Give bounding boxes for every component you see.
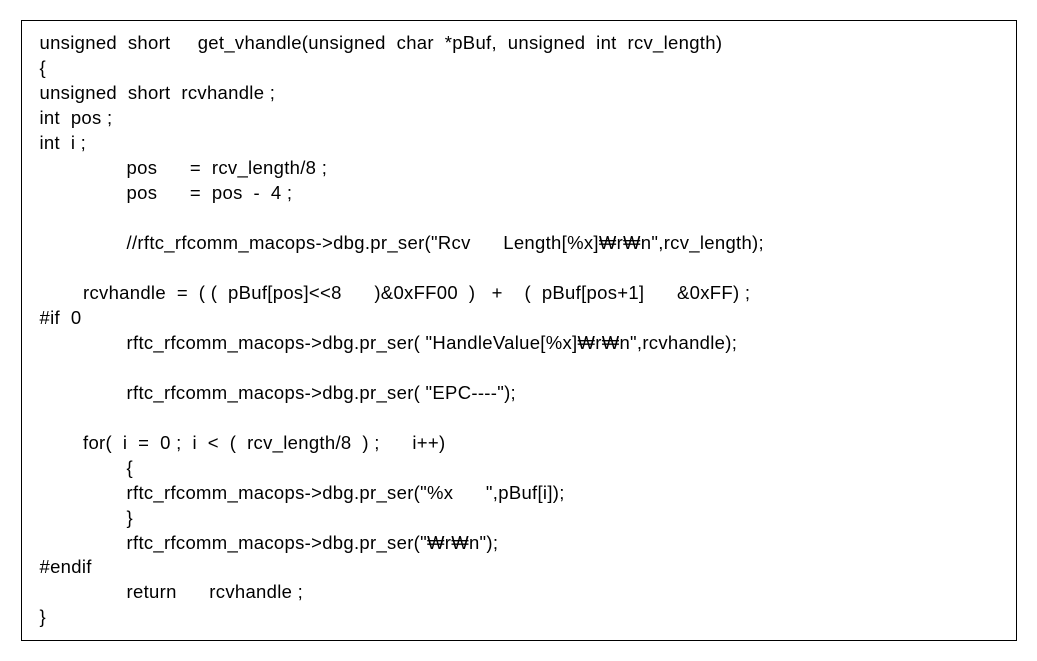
code-line: { xyxy=(40,56,998,81)
code-lines-wrapper: unsigned short get_vhandle(unsigned char… xyxy=(40,31,998,630)
code-line: rftc_rfcomm_macops->dbg.pr_ser( "EPC----… xyxy=(40,381,998,406)
code-line: for( i = 0 ; i < ( rcv_length/8 ) ; i++) xyxy=(40,431,998,456)
code-line: } xyxy=(40,605,998,630)
code-line: unsigned short get_vhandle(unsigned char… xyxy=(40,31,998,56)
code-line: { xyxy=(40,456,998,481)
code-line: rftc_rfcomm_macops->dbg.pr_ser( "HandleV… xyxy=(40,331,998,356)
code-line: pos = pos - 4 ; xyxy=(40,181,998,206)
code-line: unsigned short rcvhandle ; xyxy=(40,81,998,106)
code-blank-line xyxy=(40,206,998,231)
code-line: rftc_rfcomm_macops->dbg.pr_ser("₩r₩n"); xyxy=(40,531,998,556)
code-blank-line xyxy=(40,406,998,431)
code-block-container: unsigned short get_vhandle(unsigned char… xyxy=(21,20,1017,641)
code-line: #endif xyxy=(40,555,998,580)
code-line: rcvhandle = ( ( pBuf[pos]<<8 )&0xFF00 ) … xyxy=(40,281,998,306)
code-line: pos = rcv_length/8 ; xyxy=(40,156,998,181)
code-line: #if 0 xyxy=(40,306,998,331)
code-line: rftc_rfcomm_macops->dbg.pr_ser("%x ",pBu… xyxy=(40,481,998,506)
code-line: return rcvhandle ; xyxy=(40,580,998,605)
code-line: int i ; xyxy=(40,131,998,156)
code-line: int pos ; xyxy=(40,106,998,131)
code-line: //rftc_rfcomm_macops->dbg.pr_ser("Rcv Le… xyxy=(40,231,998,256)
code-line: } xyxy=(40,506,998,531)
code-blank-line xyxy=(40,256,998,281)
code-blank-line xyxy=(40,356,998,381)
